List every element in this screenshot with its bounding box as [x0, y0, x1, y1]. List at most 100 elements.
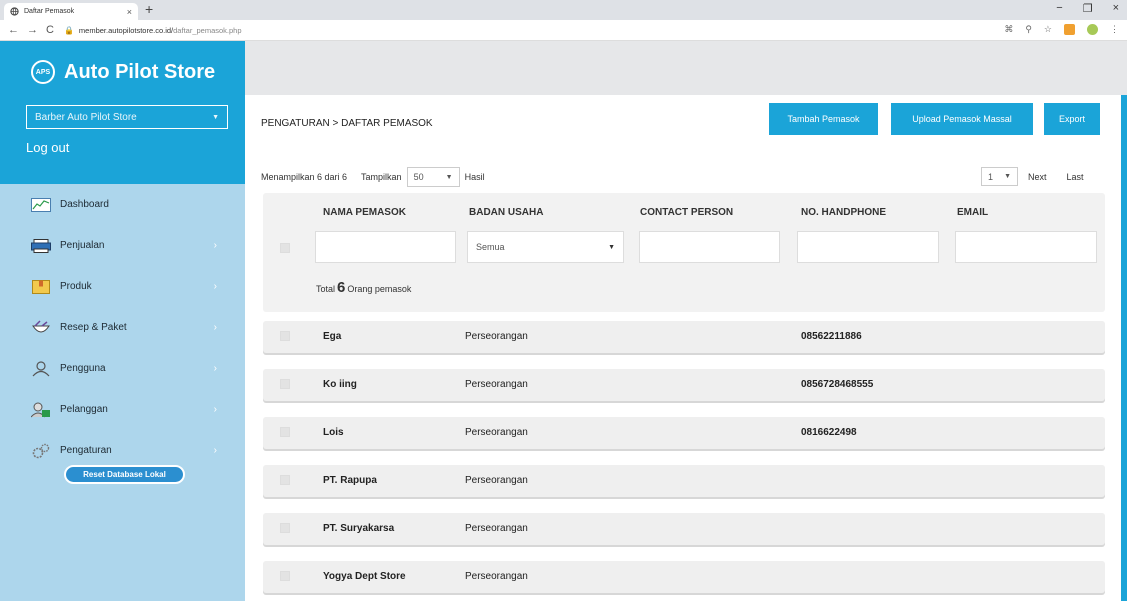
sidebar-item-label: Resep & Paket: [60, 322, 127, 333]
contact-filter-input[interactable]: [639, 231, 780, 263]
sidebar-item-label: Pengaturan: [60, 445, 112, 456]
total-count: 6: [337, 279, 346, 296]
cell-handphone: 0816622498: [801, 427, 857, 438]
email-filter-input[interactable]: [955, 231, 1097, 263]
menu-kebab-icon[interactable]: ⋮: [1110, 24, 1119, 35]
printer-icon: [31, 238, 51, 254]
zoom-icon[interactable]: ⚲: [1025, 24, 1032, 35]
total-suffix: Orang pemasok: [347, 284, 412, 294]
page-number-value: 1: [988, 171, 994, 182]
right-scroll-accent: [1121, 95, 1127, 601]
forward-icon[interactable]: →: [27, 24, 38, 36]
badan-usaha-filter-select[interactable]: Semua ▼: [467, 231, 624, 263]
total-suppliers: Total 6 Orang pemasok: [316, 279, 411, 296]
table-row[interactable]: Ko iing Perseorangan 0856728468555: [263, 369, 1105, 401]
sidebar-item-dashboard[interactable]: Dashboard: [0, 184, 245, 225]
tab-title: Daftar Pemasok: [24, 8, 75, 15]
reset-database-button[interactable]: Reset Database Lokal: [64, 465, 185, 484]
cell-badan-usaha: Perseorangan: [465, 331, 528, 342]
url-path: daftar_pemasok.php: [173, 25, 242, 35]
extension-icon-2[interactable]: [1087, 24, 1098, 35]
showing-info: Menampilkan 6 dari 6 Tampilkan 50 ▼ Hasi…: [261, 167, 485, 187]
filter-header: NAMA PEMASOK BADAN USAHA CONTACT PERSON …: [263, 193, 1105, 312]
top-strip: [245, 41, 1127, 95]
chart-icon: [31, 197, 51, 213]
sidebar-item-penjualan[interactable]: Penjualan ›: [0, 225, 245, 266]
cell-badan-usaha: Perseorangan: [465, 523, 528, 534]
logout-link[interactable]: Log out: [26, 140, 69, 155]
browser-tab[interactable]: Daftar Pemasok ×: [4, 3, 138, 20]
showing-count: Menampilkan 6 dari 6: [261, 172, 348, 182]
pagination: 1 ▼ Next Last: [981, 167, 1084, 186]
minimize-button[interactable]: −: [1056, 2, 1062, 15]
page-size-select[interactable]: 50 ▼: [406, 167, 460, 187]
row-checkbox[interactable]: [280, 475, 290, 485]
cell-nama: PT. Rapupa: [323, 475, 377, 486]
last-page-link[interactable]: Last: [1067, 172, 1084, 182]
chevron-right-icon: ›: [213, 445, 217, 456]
chevron-down-icon: ▼: [1004, 173, 1011, 180]
table-row[interactable]: PT. Rapupa Perseorangan: [263, 465, 1105, 497]
main-content: PENGATURAN > DAFTAR PEMASOK Tambah Pemas…: [245, 95, 1127, 601]
tab-close-icon[interactable]: ×: [127, 7, 132, 17]
row-checkbox[interactable]: [280, 379, 290, 389]
browser-toolbar-icons: ⌘ ⚲ ☆ ⋮: [1004, 24, 1119, 35]
next-page-link[interactable]: Next: [1028, 172, 1047, 182]
new-tab-button[interactable]: +: [145, 1, 153, 17]
column-header-contact: CONTACT PERSON: [640, 207, 734, 218]
sidebar-header: APS Auto Pilot Store Barber Auto Pilot S…: [0, 41, 245, 184]
browser-tab-bar: Daftar Pemasok × + − ❐ ×: [0, 0, 1127, 20]
badan-usaha-filter-value: Semua: [476, 242, 505, 252]
table-row[interactable]: Yogya Dept Store Perseorangan: [263, 561, 1105, 593]
globe-icon: [10, 7, 19, 16]
customer-icon: [31, 402, 51, 418]
url-field[interactable]: 🔒 member.autopilotstore.co.id/daftar_pem…: [64, 26, 242, 35]
chevron-right-icon: ›: [213, 404, 217, 415]
table-row[interactable]: PT. Suryakarsa Perseorangan: [263, 513, 1105, 545]
row-checkbox[interactable]: [280, 523, 290, 533]
chevron-down-icon: ▼: [212, 113, 219, 121]
column-header-handphone: NO. HANDPHONE: [801, 207, 887, 218]
column-header-badan-usaha: BADAN USAHA: [469, 207, 544, 218]
select-all-checkbox[interactable]: [280, 243, 290, 253]
sidebar-item-resep-paket[interactable]: Resep & Paket ›: [0, 307, 245, 348]
row-checkbox[interactable]: [280, 427, 290, 437]
sidebar-menu: Dashboard Penjualan › Produk › Resep & P…: [0, 184, 245, 471]
handphone-filter-input[interactable]: [797, 231, 939, 263]
sidebar-item-produk[interactable]: Produk ›: [0, 266, 245, 307]
column-header-email: EMAIL: [957, 207, 989, 218]
star-icon[interactable]: ☆: [1044, 24, 1052, 35]
row-checkbox[interactable]: [280, 571, 290, 581]
close-window-button[interactable]: ×: [1113, 2, 1119, 15]
maximize-button[interactable]: ❐: [1083, 2, 1093, 15]
page-number-select[interactable]: 1 ▼: [981, 167, 1018, 186]
sidebar: APS Auto Pilot Store Barber Auto Pilot S…: [0, 41, 245, 601]
mortar-icon: [31, 319, 51, 336]
sidebar-item-pengguna[interactable]: Pengguna ›: [0, 348, 245, 389]
chevron-down-icon: ▼: [445, 173, 453, 181]
reload-icon[interactable]: C: [46, 24, 54, 36]
cell-nama: Ko iing: [323, 379, 357, 390]
logo[interactable]: APS Auto Pilot Store: [31, 60, 215, 84]
translate-icon[interactable]: ⌘: [1004, 24, 1013, 35]
table-row[interactable]: Ega Perseorangan 08562211886: [263, 321, 1105, 353]
add-supplier-button[interactable]: Tambah Pemasok: [769, 103, 878, 135]
app-name: Auto Pilot Store: [64, 60, 216, 83]
cell-nama: Yogya Dept Store: [323, 571, 406, 582]
cell-nama: PT. Suryakarsa: [323, 523, 395, 534]
sidebar-item-label: Dashboard: [60, 199, 109, 210]
page-size-value: 50: [413, 172, 424, 182]
table-row[interactable]: Lois Perseorangan 0816622498: [263, 417, 1105, 449]
extension-icon[interactable]: [1064, 24, 1075, 35]
store-select[interactable]: Barber Auto Pilot Store ▼: [26, 105, 228, 129]
total-prefix: Total: [316, 284, 336, 294]
chevron-right-icon: ›: [213, 281, 217, 292]
sidebar-item-pelanggan[interactable]: Pelanggan ›: [0, 389, 245, 430]
export-button[interactable]: Export: [1044, 103, 1100, 135]
column-header-nama: NAMA PEMASOK: [323, 207, 406, 218]
row-checkbox[interactable]: [280, 331, 290, 341]
bulk-upload-button[interactable]: Upload Pemasok Massal: [891, 103, 1033, 135]
address-bar: ← → C 🔒 member.autopilotstore.co.id/daft…: [0, 20, 1127, 41]
nama-filter-input[interactable]: [315, 231, 456, 263]
back-icon[interactable]: ←: [8, 24, 19, 36]
